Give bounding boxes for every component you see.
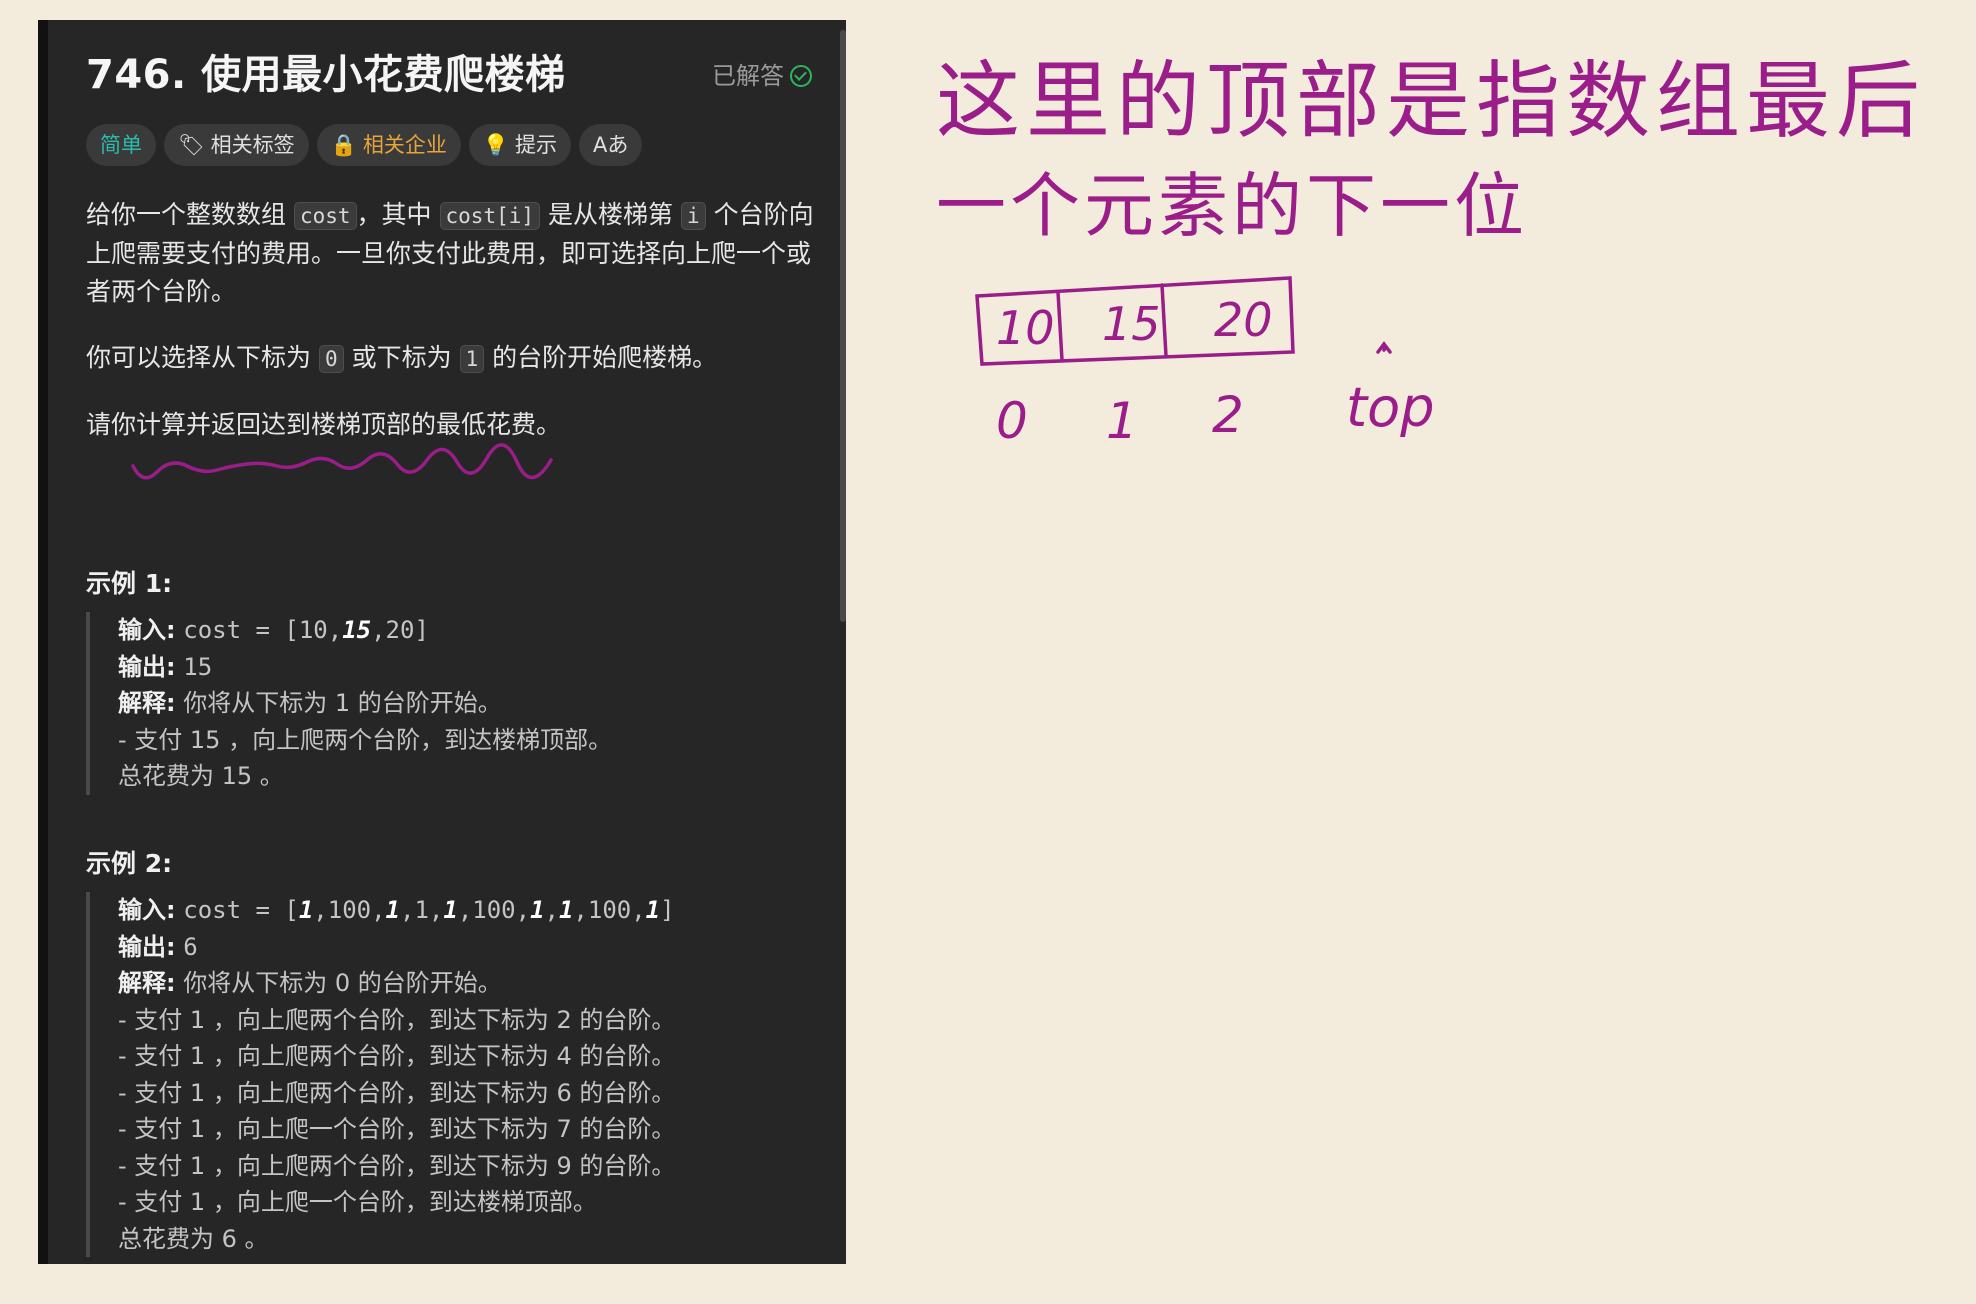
- array-divider: [1160, 283, 1168, 358]
- note-line-1: 这里的顶部是指数组最后: [936, 52, 1926, 150]
- index-0: 0: [996, 392, 1028, 450]
- handwritten-annotations: 这里的顶部是指数组最后 一个元素的下一位 10 15 20 0 1 2 top: [131, 52, 1926, 480]
- index-2: 2: [1212, 386, 1244, 444]
- array-cell-1: 15: [1102, 297, 1161, 351]
- top-arrow: [1376, 341, 1392, 354]
- array-cell-2: 20: [1214, 293, 1273, 347]
- array-divider: [1056, 290, 1064, 362]
- top-label: top: [1346, 376, 1435, 439]
- index-1: 1: [1106, 392, 1138, 450]
- array-cell-0: 10: [996, 301, 1055, 355]
- wavy-underline: [131, 443, 553, 480]
- note-line-2: 一个元素的下一位: [936, 165, 1528, 247]
